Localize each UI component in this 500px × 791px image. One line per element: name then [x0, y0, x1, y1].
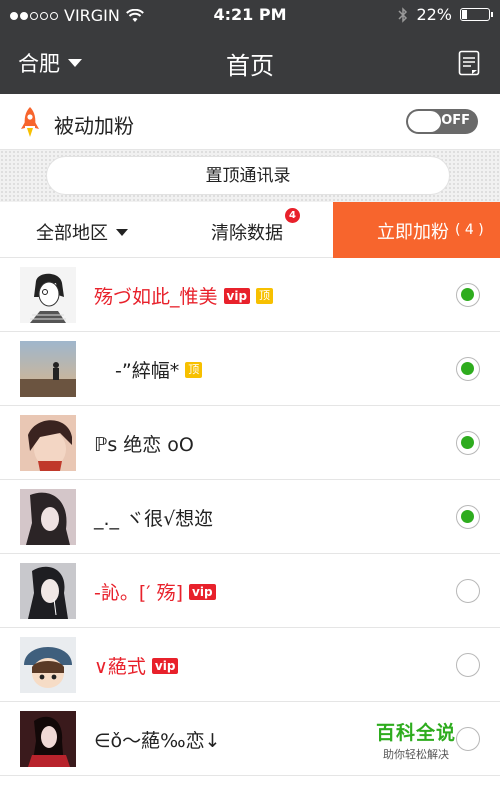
nav-bar: 合肥 首页: [0, 30, 500, 94]
status-right: 22%: [398, 5, 493, 24]
notepad-icon[interactable]: [458, 50, 480, 76]
avatar: [20, 711, 76, 767]
contact-name: ∈ǒ～蕝‰恋↓: [94, 730, 221, 752]
contact-name: -”綷幅*: [115, 360, 180, 382]
status-bar: VIRGIN 4:21 PM 22%: [0, 0, 500, 30]
select-radio[interactable]: [456, 579, 480, 603]
action-bar: 全部地区 清除数据 4 立即加粉 ( 4 ): [0, 202, 500, 258]
passive-add-toggle[interactable]: OFF: [406, 109, 478, 134]
pinned-badge: 顶: [185, 361, 203, 378]
vip-badge: vip: [189, 583, 216, 600]
select-radio[interactable]: [456, 283, 480, 307]
add-now-label: 立即加粉: [377, 222, 449, 243]
passive-add-row: 被动加粉 OFF: [0, 94, 500, 150]
vip-badge: vip: [223, 287, 251, 304]
clear-data-badge: 4: [285, 208, 300, 223]
contact-name: ∨蕝式: [94, 656, 146, 678]
pinned-contacts-button[interactable]: 置顶通讯录: [46, 156, 450, 195]
contact-name: _._ ヾ很√想迩: [94, 508, 214, 530]
bluetooth-icon: [398, 6, 408, 23]
watermark-title: 百科全说: [375, 722, 456, 744]
contact-row[interactable]: -”綷幅* 顶: [0, 332, 500, 406]
select-radio[interactable]: [456, 431, 480, 455]
add-now-button[interactable]: 立即加粉 ( 4 ): [333, 202, 500, 258]
contact-name-group: ℙs 绝恋 oO: [94, 430, 194, 457]
contact-row[interactable]: -訫。[′ 殇] vip: [0, 554, 500, 628]
clear-data-button[interactable]: 清除数据: [211, 219, 283, 245]
contact-name-group: -”綷幅* 顶: [115, 356, 203, 383]
caret-down-icon: [116, 228, 128, 236]
region-filter-label: 全部地区: [36, 223, 108, 244]
contact-row[interactable]: ∨蕝式 vip: [0, 628, 500, 702]
avatar: [20, 563, 76, 619]
page-title: 首页: [226, 52, 274, 80]
contact-name-group: _._ ヾ很√想迩: [94, 504, 213, 531]
passive-add-label: 被动加粉: [54, 114, 134, 138]
select-radio[interactable]: [456, 357, 480, 381]
region-filter-button[interactable]: 全部地区: [36, 219, 128, 245]
toggle-state-label: OFF: [441, 113, 470, 128]
pinned-section: 置顶通讯录: [0, 150, 500, 202]
battery-icon: [460, 8, 493, 21]
avatar: [20, 637, 76, 693]
contact-row[interactable]: 殇づ如此_惟美 vip 顶: [0, 258, 500, 332]
battery-percent: 22%: [416, 5, 452, 24]
contact-name-group: -訫。[′ 殇] vip: [94, 578, 216, 605]
add-now-count: ( 4 ): [455, 222, 484, 238]
pinned-badge: 顶: [256, 287, 274, 304]
contact-name: -訫。[′ 殇]: [94, 582, 184, 604]
contact-name-group: ∈ǒ～蕝‰恋↓: [94, 726, 221, 753]
avatar: [20, 415, 76, 471]
select-radio[interactable]: [456, 505, 480, 529]
toggle-knob: [408, 111, 441, 132]
vip-badge: vip: [151, 657, 179, 674]
select-radio[interactable]: [456, 653, 480, 677]
contact-name: ℙs 绝恋 oO: [94, 434, 194, 456]
rocket-icon: [21, 107, 39, 137]
contact-row[interactable]: ℙs 绝恋 oO: [0, 406, 500, 480]
watermark-subtitle: 助你轻松解决: [383, 748, 449, 761]
avatar: [20, 267, 76, 323]
contact-list: 殇づ如此_惟美 vip 顶 -”綷幅* 顶 ℙs 绝恋 oO _._ ヾ很√想迩…: [0, 258, 500, 776]
contact-row[interactable]: _._ ヾ很√想迩: [0, 480, 500, 554]
contact-name: 殇づ如此_惟美: [94, 286, 218, 308]
watermark: 百科全说 助你轻松解决: [366, 718, 466, 762]
avatar: [20, 341, 76, 397]
contact-name-group: ∨蕝式 vip: [94, 652, 179, 679]
avatar: [20, 489, 76, 545]
contact-name-group: 殇づ如此_惟美 vip 顶: [94, 282, 274, 309]
